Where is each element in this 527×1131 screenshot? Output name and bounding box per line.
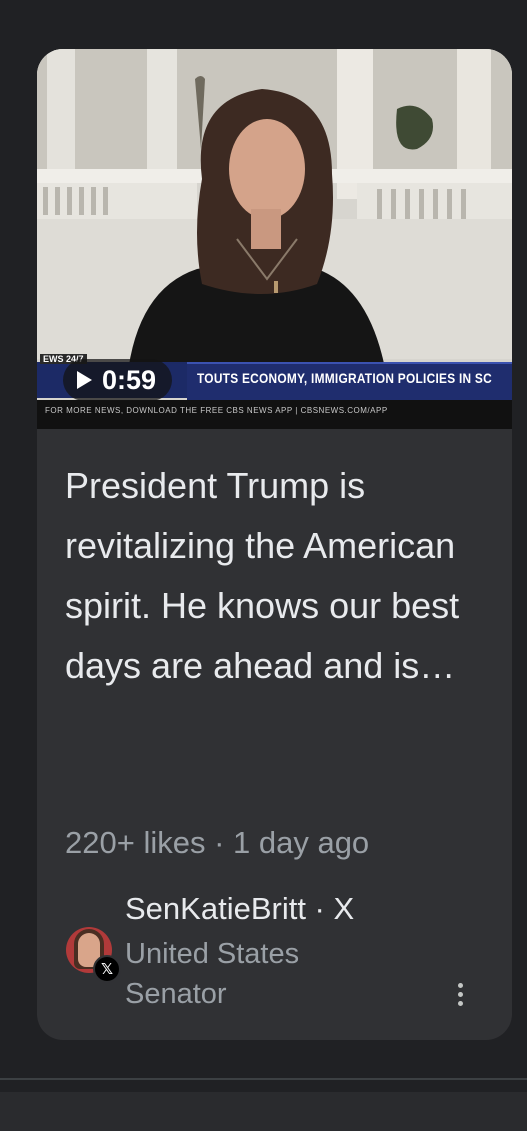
section-divider — [0, 1078, 527, 1080]
previous-section-title-cutoff — [0, 0, 527, 20]
video-duration: 0:59 — [102, 364, 157, 395]
more-options-button[interactable] — [445, 979, 475, 1009]
post-headline[interactable]: President Trump is revitalizing the Amer… — [65, 456, 485, 696]
source-name[interactable]: SenKatieBritt · X — [125, 891, 354, 927]
ticker-headline: TOUTS ECONOMY, IMMIGRATION POLICIES IN S… — [197, 370, 492, 386]
play-icon — [77, 371, 92, 389]
post-meta: 220+ likes · 1 day ago — [65, 825, 370, 860]
source-subtitle: United States Senator — [125, 938, 300, 1010]
video-thumbnail[interactable]: EWS 24/7 TOUTS ECONOMY, IMMIGRATION POLI… — [37, 49, 512, 429]
video-result-card[interactable]: EWS 24/7 TOUTS ECONOMY, IMMIGRATION POLI… — [37, 49, 512, 1040]
more-vert-icon — [457, 982, 463, 988]
ticker-footer: FOR MORE NEWS, DOWNLOAD THE FREE CBS NEW… — [45, 406, 388, 415]
x-logo-icon: 𝕏 — [93, 955, 121, 983]
next-section-strip — [0, 1092, 527, 1131]
play-duration-badge[interactable]: 0:59 — [63, 359, 173, 401]
